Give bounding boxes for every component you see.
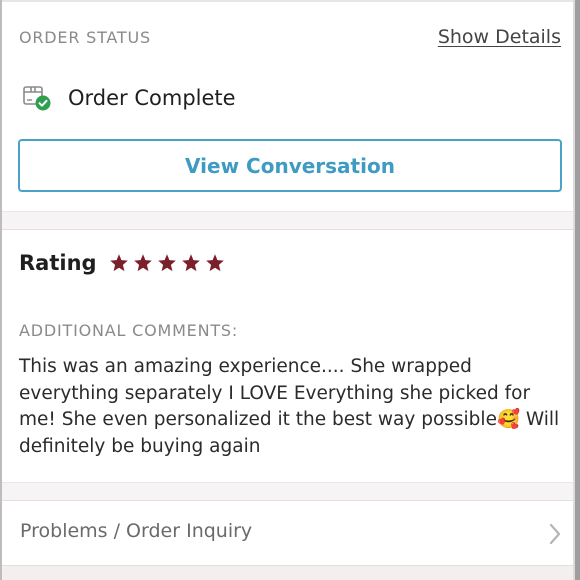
view-conversation-button[interactable]: View Conversation — [18, 139, 562, 192]
additional-comments-label: ADDITIONAL COMMENTS: — [19, 321, 239, 340]
order-inquiry-row[interactable]: Problems / Order Inquiry — [2, 502, 573, 565]
rating-row: Rating — [19, 248, 225, 278]
order-inquiry-label: Problems / Order Inquiry — [20, 520, 253, 542]
box-check-icon — [22, 83, 52, 113]
chevron-right-icon — [549, 523, 561, 545]
rating-label: Rating — [19, 251, 97, 275]
section-separator — [2, 211, 573, 230]
order-status-row: Order Complete — [22, 82, 236, 114]
top-divider — [2, 0, 573, 2]
order-status-label: ORDER STATUS — [19, 28, 151, 47]
order-status-text: Order Complete — [68, 86, 236, 110]
comment-text: This was an amazing experience.... She w… — [19, 356, 560, 457]
bottom-separator — [2, 565, 573, 580]
view-conversation-label: View Conversation — [185, 153, 395, 178]
order-status-header: ORDER STATUS Show Details — [19, 24, 561, 52]
star-icon — [181, 254, 200, 272]
right-frame-border — [575, 0, 580, 580]
show-details-link[interactable]: Show Details — [438, 26, 561, 48]
star-icon — [109, 254, 128, 272]
section-separator — [2, 482, 573, 501]
star-icon — [205, 254, 224, 272]
rating-stars — [109, 253, 225, 273]
star-icon — [157, 254, 176, 272]
star-icon — [133, 254, 152, 272]
